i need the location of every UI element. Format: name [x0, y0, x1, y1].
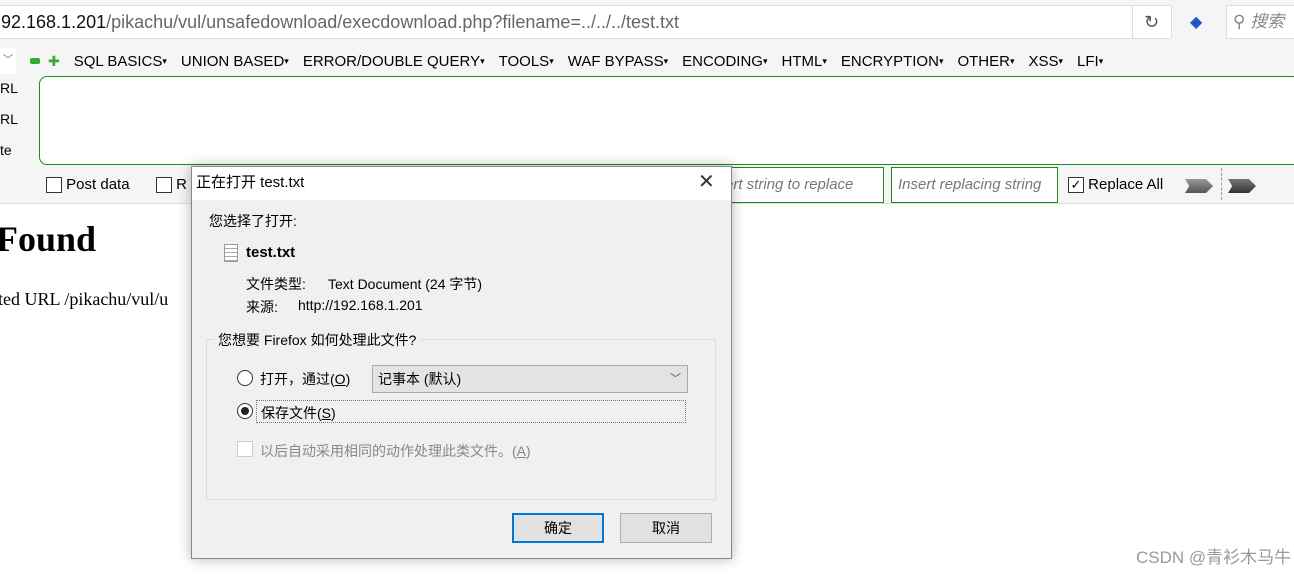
replace-arrow-alt-icon[interactable]	[1228, 179, 1256, 193]
menu-encryption[interactable]: ENCRYPTION	[841, 53, 944, 70]
search-input[interactable]: ⚲ 搜索	[1226, 5, 1294, 39]
extension-icon[interactable]: ◆	[1190, 12, 1210, 32]
replacing-string-input[interactable]: Insert replacing string	[891, 167, 1058, 203]
split-url-label[interactable]: RL	[0, 111, 18, 127]
reload-icon[interactable]: ↻	[1132, 6, 1170, 38]
file-name: test.txt	[246, 244, 296, 261]
download-dialog: 正在打开 test.txt ✕ 您选择了打开: test.txt 文件类型: T…	[191, 166, 732, 559]
menu-html[interactable]: HTML	[781, 53, 826, 70]
menu-encoding[interactable]: ENCODING	[682, 53, 767, 70]
chevron-down-icon[interactable]: ﹀	[0, 48, 16, 74]
replace-arrow-icon[interactable]	[1185, 179, 1213, 193]
hackbar-url-textarea[interactable]	[39, 76, 1294, 165]
save-file-radio[interactable]	[237, 403, 253, 419]
close-icon[interactable]: ✕	[698, 169, 715, 194]
replace-all-checkbox[interactable]: ✓ Replace All	[1068, 176, 1163, 194]
divider	[1221, 168, 1222, 200]
menu-tools[interactable]: TOOLS	[499, 53, 554, 70]
file-type-value: Text Document (24 字节)	[328, 276, 483, 292]
open-with-label[interactable]: 打开，通过(O)	[260, 369, 350, 389]
execute-label[interactable]: te	[0, 142, 12, 158]
open-with-radio[interactable]	[237, 370, 253, 386]
menu-error-double-query[interactable]: ERROR/DOUBLE QUERY	[303, 53, 485, 70]
minus-icon[interactable]	[30, 58, 40, 64]
dialog-title: 正在打开 test.txt	[192, 167, 731, 200]
menu-waf-bypass[interactable]: WAF BYPASS	[568, 53, 668, 70]
hackbar-menu: ﹀ ✚ SQL BASICS UNION BASED ERROR/DOUBLE …	[0, 48, 1117, 74]
watermark: CSDN @青衫木马牛	[1136, 548, 1292, 567]
save-file-label[interactable]: 保存文件(S)	[256, 400, 686, 423]
menu-other[interactable]: OTHER	[957, 53, 1014, 70]
source-label: 来源:	[246, 299, 278, 315]
menu-xss[interactable]: XSS	[1029, 53, 1064, 70]
menu-union-based[interactable]: UNION BASED	[181, 53, 289, 70]
plus-icon[interactable]: ✚	[48, 53, 60, 70]
url-bar[interactable]: 92.168.1.201/pikachu/vul/unsafedownload/…	[0, 5, 1172, 39]
replace-string-input[interactable]: Insert string to replace	[716, 167, 884, 203]
auto-action-label: 以后自动采用相同的动作处理此类文件。(A)	[260, 443, 531, 459]
auto-action-checkbox[interactable]	[237, 441, 253, 457]
action-question: 您想要 Firefox 如何处理此文件?	[214, 330, 421, 350]
page-text: ted URL /pikachu/vul/u	[0, 289, 169, 309]
search-icon: ⚲	[1233, 12, 1246, 31]
source-value: http://192.168.1.201	[298, 297, 423, 313]
app-select[interactable]: 记事本 (默认) ﹀	[372, 365, 688, 393]
referrer-checkbox[interactable]: R	[156, 176, 187, 194]
dialog-intro: 您选择了打开:	[209, 213, 297, 229]
cancel-button[interactable]: 取消	[620, 513, 712, 543]
ok-button[interactable]: 确定	[512, 513, 604, 543]
file-icon	[224, 244, 238, 262]
load-url-label[interactable]: RL	[0, 80, 18, 96]
menu-lfi[interactable]: LFI	[1077, 53, 1103, 70]
page-heading: Found	[0, 219, 97, 259]
chevron-down-icon: ﹀	[670, 373, 681, 385]
post-data-checkbox[interactable]: Post data	[46, 176, 130, 194]
file-type-label: 文件类型:	[246, 276, 306, 292]
menu-sql-basics[interactable]: SQL BASICS	[74, 53, 167, 70]
